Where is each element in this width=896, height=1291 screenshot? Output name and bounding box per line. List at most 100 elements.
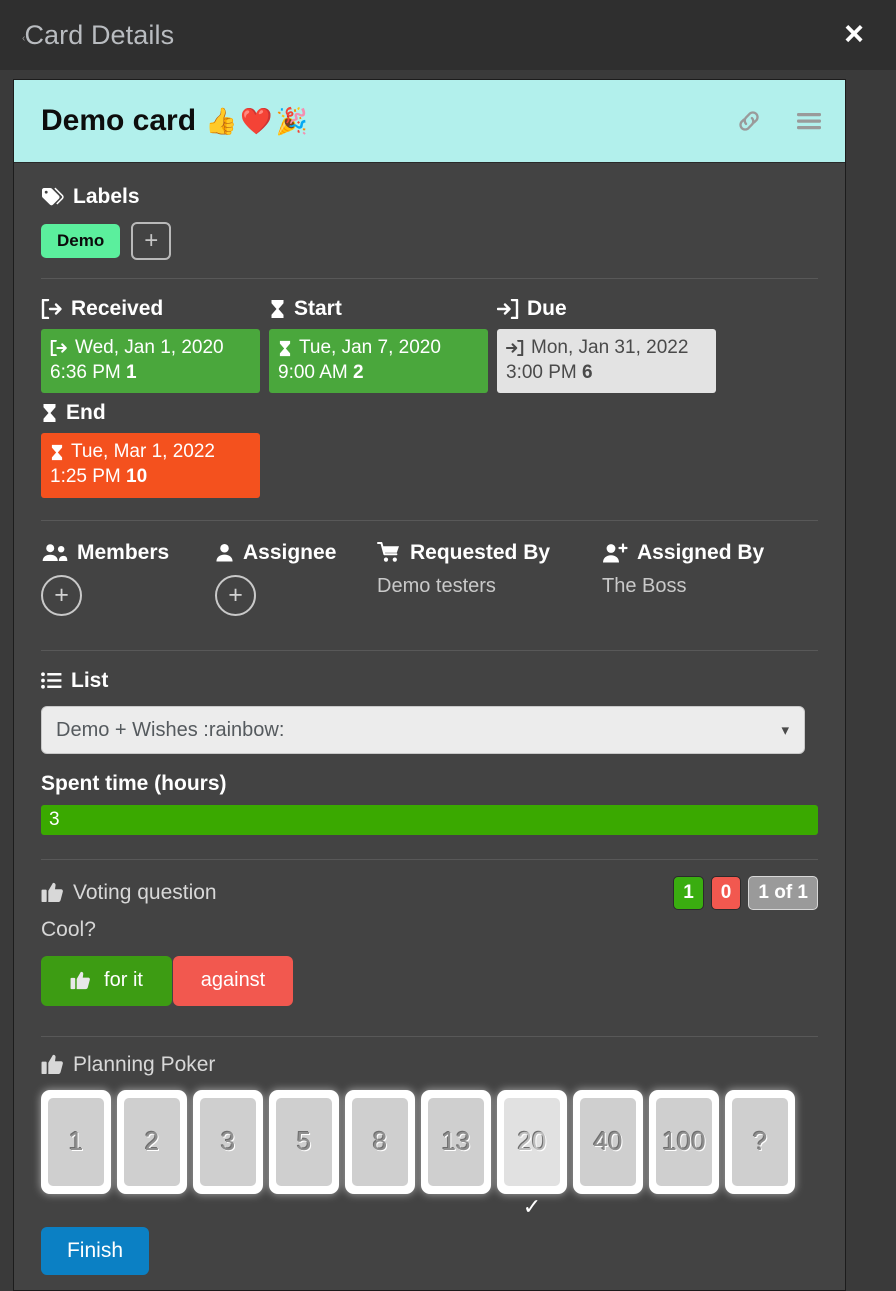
- card-title-text: Demo card: [41, 104, 197, 137]
- end-date-text: Tue, Mar 1, 2022: [71, 441, 215, 463]
- received-badge: 1: [126, 361, 137, 383]
- hamburger-menu-icon[interactable]: [795, 110, 823, 132]
- cart-icon: [377, 542, 399, 562]
- due-time-text: 3:00 PM: [506, 361, 577, 383]
- members-heading: Members: [41, 541, 215, 565]
- dates-section: Received Wed, Jan 1, 2020 6:36 PM 1 Star…: [41, 279, 818, 521]
- poker-card[interactable]: 5: [269, 1089, 339, 1194]
- thumbs-up-icon: [41, 883, 63, 903]
- members-block: Members +: [41, 541, 215, 616]
- labels-heading: Labels: [41, 185, 818, 209]
- due-date-chip[interactable]: Mon, Jan 31, 2022 3:00 PM 6: [497, 329, 716, 394]
- date-block-start: Start Tue, Jan 7, 2020 9:00 AM 2: [269, 297, 497, 394]
- poker-card[interactable]: 100: [649, 1089, 719, 1194]
- list-select[interactable]: Demo + Wishes :rainbow:: [41, 705, 805, 754]
- card-header-actions: [735, 107, 823, 135]
- end-date-chip[interactable]: Tue, Mar 1, 2022 1:25 PM 10: [41, 433, 260, 498]
- hourglass-icon: [271, 300, 284, 318]
- sign-in-icon: [41, 299, 62, 319]
- modal-topbar: ‹ Card Details ×: [0, 0, 896, 70]
- hourglass-icon: [279, 340, 291, 356]
- date-block-due: Due Mon, Jan 31, 2022 3:00 PM 6: [497, 297, 725, 394]
- poker-check-placeholder: [193, 1194, 263, 1220]
- assignee-heading: Assignee: [215, 541, 377, 565]
- poker-card[interactable]: 13: [421, 1089, 491, 1194]
- voting-header-row: Voting question 1 0 1 of 1: [41, 875, 818, 910]
- poker-card-value: 40: [580, 1097, 636, 1186]
- due-date-text: Mon, Jan 31, 2022: [531, 337, 689, 358]
- poker-check-placeholder: [725, 1194, 795, 1220]
- spent-time-input[interactable]: [41, 804, 818, 835]
- start-heading-text: Start: [294, 297, 342, 320]
- assignee-block: Assignee +: [215, 541, 377, 616]
- members-heading-text: Members: [77, 540, 170, 564]
- requested-by-value: Demo testers: [377, 574, 496, 597]
- due-heading: Due: [497, 297, 725, 321]
- votes-against-badge[interactable]: 0: [710, 875, 742, 910]
- poker-check-placeholder: [421, 1194, 491, 1220]
- start-date-chip[interactable]: Tue, Jan 7, 2020 9:00 AM 2: [269, 329, 488, 394]
- due-badge: 6: [582, 361, 593, 383]
- list-heading-text: List: [71, 668, 109, 692]
- card-header: Demo card 👍❤️🎉: [14, 80, 845, 163]
- close-icon[interactable]: ×: [832, 12, 876, 56]
- assigned-by-heading-text: Assigned By: [637, 540, 765, 564]
- link-icon[interactable]: [735, 107, 763, 135]
- people-grid: Members + Assignee + Requested By Demo t…: [41, 541, 818, 616]
- received-heading-text: Received: [71, 297, 164, 320]
- start-heading: Start: [269, 297, 497, 321]
- labels-row: Demo +: [41, 222, 818, 260]
- card-body: Labels Demo + Received Wed, Jan 1, 2020 …: [14, 163, 845, 1275]
- list-icon: [41, 672, 62, 689]
- assigned-by-value: The Boss: [602, 574, 687, 597]
- page-title-text: Card Details: [24, 19, 175, 50]
- poker-cards-row: 1 2 3 5 8 13 20 40 100 ?: [41, 1089, 818, 1194]
- votes-summary-badge[interactable]: 1 of 1: [748, 875, 818, 910]
- received-date-chip[interactable]: Wed, Jan 1, 2020 6:36 PM 1: [41, 329, 260, 394]
- vote-against-label: against: [200, 969, 266, 992]
- poker-check-placeholder: [117, 1194, 187, 1220]
- card-title-emojis: 👍❤️🎉: [205, 105, 312, 136]
- assigned-by-block: Assigned By The Boss: [602, 541, 764, 616]
- spent-time-label: Spent time (hours): [41, 771, 227, 795]
- votes-for-badge[interactable]: 1: [673, 875, 704, 910]
- title-leading-glyph: ‹: [22, 32, 26, 44]
- list-select-wrap: Demo + Wishes :rainbow: ▾: [41, 705, 805, 754]
- poker-card-selected[interactable]: 20: [497, 1089, 567, 1194]
- poker-heading-text: Planning Poker: [73, 1052, 216, 1076]
- start-badge: 2: [353, 361, 364, 383]
- poker-selection-markers: ✓: [41, 1194, 818, 1220]
- poker-check-placeholder: [649, 1194, 719, 1220]
- end-heading-text: End: [66, 401, 106, 425]
- finish-button[interactable]: Finish: [41, 1226, 149, 1275]
- sign-out-icon: [497, 299, 519, 319]
- dates-grid: Received Wed, Jan 1, 2020 6:36 PM 1 Star…: [41, 297, 818, 498]
- poker-card[interactable]: 3: [193, 1089, 263, 1194]
- thumbs-up-icon: [70, 972, 90, 990]
- poker-card[interactable]: 1: [41, 1089, 111, 1194]
- poker-card-value: 100: [656, 1097, 712, 1186]
- poker-card-value: 5: [276, 1097, 332, 1186]
- add-member-button[interactable]: +: [41, 574, 82, 616]
- received-date-text: Wed, Jan 1, 2020: [75, 337, 224, 358]
- label-chip-demo[interactable]: Demo: [41, 223, 121, 259]
- poker-card[interactable]: 2: [117, 1089, 187, 1194]
- planning-poker-section: Planning Poker 1 2 3 5 8 13 20 40 100 ?: [41, 1037, 818, 1275]
- card-title: Demo card 👍❤️🎉: [41, 104, 311, 138]
- end-heading: End: [41, 401, 818, 425]
- poker-card[interactable]: 40: [573, 1089, 643, 1194]
- requested-by-block: Requested By Demo testers: [377, 541, 602, 616]
- vote-against-button[interactable]: against: [173, 955, 293, 1006]
- due-heading-text: Due: [527, 297, 567, 320]
- poker-heading: Planning Poker: [41, 1053, 818, 1077]
- date-block-end: End Tue, Mar 1, 2022 1:25 PM 10: [41, 401, 818, 498]
- voting-question-text: Cool?: [41, 917, 96, 941]
- vote-for-button[interactable]: for it: [41, 955, 172, 1006]
- poker-card[interactable]: ?: [725, 1089, 795, 1194]
- add-assignee-button[interactable]: +: [215, 574, 256, 616]
- poker-card-value: ?: [732, 1097, 788, 1186]
- requested-by-heading: Requested By: [377, 541, 602, 565]
- labels-section: Labels Demo +: [41, 163, 818, 279]
- add-label-button[interactable]: +: [131, 222, 172, 260]
- poker-card[interactable]: 8: [345, 1089, 415, 1194]
